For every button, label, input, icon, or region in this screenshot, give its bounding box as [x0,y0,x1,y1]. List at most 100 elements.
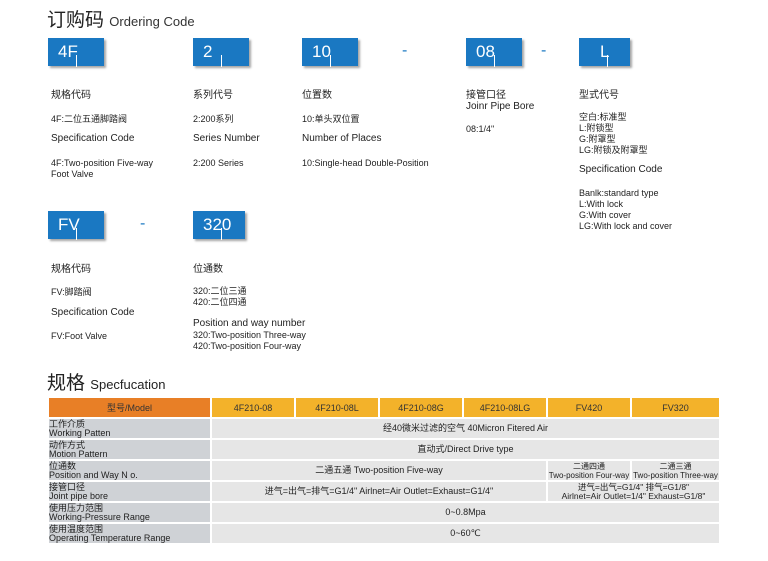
code-box-tick [76,228,77,240]
spec-row-label: 位通数 Position and Way N o. [49,461,210,480]
spec-row-label: 使用温度范围 Operating Temperature Range [49,524,210,543]
code-10-text: 10 [312,42,331,61]
spec-label-en: Operating Temperature Range [49,532,171,543]
code-box-4f: 4F [48,38,104,67]
spec-row-position: 位通数 Position and Way N o. 二通五通 Two-posit… [49,461,719,480]
code-l-text: L [600,42,610,61]
ordering-code-title: 订购码 Ordering Code [47,5,195,32]
col5-cn-label: 型式代号 [579,90,619,101]
code-dash-3: - [140,215,146,232]
spec-row-temperature: 使用温度范围 Operating Temperature Range 0~60℃ [49,524,719,543]
spec-label-en: Joint pipe bore [49,490,109,501]
col2-cn-desc: 2:200系列 [193,114,234,124]
col4-desc: 08:1/4" [466,124,495,134]
col5-cn-line: LG:附锁及附罩型 [579,145,648,155]
col4-cn-label: 接管口径 [466,90,506,101]
spec-header-cell: FV320 [632,398,719,417]
code-box-tick [221,228,222,240]
spec-row-label: 接管口径 Joint pipe bore [49,482,210,501]
col6-cn-desc: FV:脚踏阀 [51,287,92,297]
col7-en-label: Position and way number [193,318,306,329]
spec-header-model: 型号/Model [49,398,210,417]
col7-cn-label: 位通数 [193,264,223,275]
code-box-10: 10 [302,38,358,67]
ordering-title-en: Ordering Code [109,14,195,29]
col5-en-line: G:With cover [579,210,632,220]
spec-row-label: 使用压力范围 Working-Pressure Range [49,503,210,522]
col5-en-line: L:With lock [579,199,624,209]
spec-value: 0~0.8Mpa [212,503,719,522]
col5-cn-line: 空白:标准型 [579,112,627,122]
code-box-tick [607,55,608,67]
code-box-fv: FV [48,211,104,240]
spec-value-fv: 进气=出气=G1/4" 排气=G1/8" Airlnet=Air Outlet=… [548,482,719,501]
spec-row-medium: 工作介质 Working Patten 经40微米过滤的空气 40Micron … [49,419,719,438]
col3-cn-label: 位置数 [302,90,332,101]
spec-label-en: Position and Way N o. [49,469,138,480]
spec-header-cell: 4F210-08LG [464,398,546,417]
col1-en-desc2: Foot Valve [51,169,94,179]
col5-cn-line: G:附罩型 [579,134,616,144]
code-box-tick [221,55,222,67]
code-box-tick [330,55,331,67]
col7-en-line: 320:Two-position Three-way [193,330,306,340]
spec-value-line: Airlnet=Air Outlet=1/4" Exhaust=G1/8" [561,490,706,501]
col5-cn-line: L:附锁型 [579,123,614,133]
spec-row-label: 动作方式 Motion Pattern [49,440,210,459]
spec-header-row: 型号/Model 4F210-08 4F210-08L 4F210-08G 4F… [49,398,719,417]
code-dash-1: - [402,42,408,59]
spec-value: 经40微米过滤的空气 40Micron Fitered Air [212,419,719,438]
col1-cn-desc: 4F:二位五通脚踏阀 [51,114,128,124]
spec-title-cn: 规格 [47,373,86,394]
code-08-text: 08 [476,42,495,61]
code-320-text: 320 [203,215,232,234]
col1-en-desc1: 4F:Two-position Five-way [51,158,154,168]
col2-en-label: Series Number [193,133,260,144]
col3-en-desc: 10:Single-head Double-Position [302,158,429,168]
col7-cn-line: 320:二位三通 [193,286,247,296]
code-box-tick [494,55,495,67]
spec-header-cell: 4F210-08G [380,398,462,417]
spec-value-fv320: 二通三通 Two-position Three-way [632,461,719,480]
spec-value: 直动式/Direct Drive type [212,440,719,459]
col6-en-desc: FV:Foot Valve [51,331,108,341]
col1-cn-label: 规格代码 [51,90,91,101]
spec-title-en: Specfucation [90,377,166,392]
spec-label-en: Motion Pattern [49,448,108,459]
col2-cn-label: 系列代号 [193,90,233,101]
col2-en-desc: 2:200 Series [193,158,244,168]
spec-label-en: Working-Pressure Range [49,511,150,522]
col5-en-line: LG:With lock and cover [579,221,673,231]
spec-value-cn: 二通四通 [573,461,605,471]
col7-cn-line: 420:二位四通 [193,297,247,307]
col7-en-line: 420:Two-position Four-way [193,341,302,351]
spec-value: 二通五通 Two-position Five-way [212,461,546,480]
ordering-title-cn: 订购码 [47,10,105,31]
spec-value-cn: 二通三通 [659,461,692,471]
spec-value-en: Two-position Three-way [633,470,718,480]
col4-en-label: Joinr Pipe Bore [466,101,535,112]
col1-en-label: Specification Code [51,133,135,144]
spec-row-label: 工作介质 Working Patten [49,419,210,438]
spec-title: 规格 Specfucation [47,368,165,395]
col6-en-label: Specification Code [51,307,135,318]
code-4f-text: 4F [58,42,78,61]
spec-row-motion: 动作方式 Motion Pattern 直动式/Direct Drive typ… [49,440,719,459]
col6-cn-label: 规格代码 [51,264,91,275]
code-2-text: 2 [203,42,213,61]
spec-header-cell: FV420 [548,398,630,417]
col3-cn-desc: 10:单头双位置 [302,114,360,124]
spec-header-cell: 4F210-08 [212,398,294,417]
spec-header-cell: 4F210-08L [296,398,378,417]
spec-value-en: Two-position Four-way [548,470,630,480]
code-dash-2: - [541,42,547,59]
col3-en-label: Number of Places [302,133,382,144]
col5-en-label: Specification Code [579,164,663,175]
spec-row-pressure: 使用压力范围 Working-Pressure Range 0~0.8Mpa [49,503,719,522]
code-box-320: 320 [193,211,245,240]
spec-table: 型号/Model 4F210-08 4F210-08L 4F210-08G 4F… [47,396,721,545]
code-box-2: 2 [193,38,249,67]
code-box-tick [76,55,77,67]
spec-row-pipe: 接管口径 Joint pipe bore 进气=出气=排气=G1/4" Airl… [49,482,719,501]
col5-en-line: Banlk:standard type [579,188,659,198]
